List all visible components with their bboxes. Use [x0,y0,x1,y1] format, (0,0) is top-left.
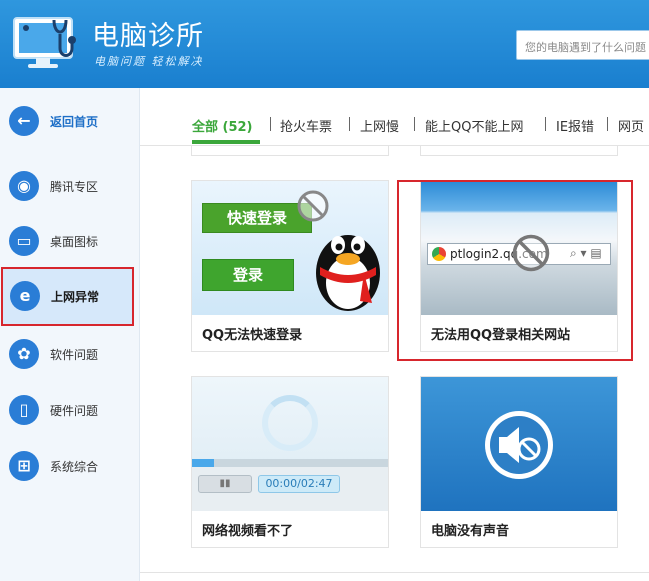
tab-separator [349,117,350,131]
sidebar-item-home[interactable]: ← 返回首页 [0,94,139,150]
card-qq-fast-login[interactable]: 快速登录 登录 QQ无法快速登录 [191,180,389,352]
sidebar-item-label: 软件问题 [50,348,99,362]
sidebar-item-tencent[interactable]: ◉ 腾讯专区 [0,159,139,215]
video-time: 00:00/02:47 [258,475,340,493]
card-thumbnail: 快速登录 登录 [192,181,388,315]
sidebar-item-software[interactable]: ✿ 软件问题 [0,327,139,383]
tab-separator [270,117,271,131]
card-title: 电脑没有声音 [431,524,510,539]
software-icon: ✿ [9,339,39,369]
qq-penguin-icon: ◉ [9,171,39,201]
card-video-not-playing[interactable]: ▮▮ 00:00/02:47 网络视频看不了 [191,376,389,548]
sidebar-item-label: 硬件问题 [50,404,99,418]
muted-speaker-icon [485,411,553,479]
tab-qq-no-internet[interactable]: 能上QQ不能上网 [425,116,523,135]
sidebar-item-label: 系统综合 [50,460,99,474]
tab-separator [414,117,415,131]
card-thumbnail: ▮▮ 00:00/02:47 [192,377,388,511]
active-tab-indicator [192,140,260,144]
tab-webpage[interactable]: 网页 [618,116,644,135]
monitor-icon: ▭ [9,226,39,256]
card-title: 网络视频看不了 [202,524,294,539]
loading-spinner-icon [262,395,318,451]
tab-slow-network[interactable]: 上网慢 [360,116,399,135]
card-stub [191,146,389,156]
unavailable-icon [297,190,329,222]
app-header: 电脑诊所 电脑问题 轻松解决 您的电脑遇到了什么问题 [0,0,649,88]
tab-all[interactable]: 全部 (52) [192,116,253,135]
sidebar: ← 返回首页 ◉ 腾讯专区 ▭ 桌面图标 e 上网异常 ✿ 软件问题 ▯ 硬件问… [0,88,140,581]
card-thumbnail [421,377,617,511]
sidebar-item-label: 返回首页 [50,115,99,129]
back-arrow-icon: ← [9,106,39,136]
pause-icon: ▮▮ [198,475,252,493]
sidebar-item-label: 桌面图标 [50,235,99,249]
video-progress-bar [192,459,388,467]
category-tabs: 全部 (52) 抢火车票 上网慢 能上QQ不能上网 IE报错 网页 [140,88,649,148]
search-input[interactable]: 您的电脑遇到了什么问题 [516,30,649,60]
sidebar-item-label: 腾讯专区 [50,180,99,194]
sidebar-item-network[interactable]: e 上网异常 [1,267,134,326]
stethoscope-monitor-logo-icon [13,17,76,68]
video-controls: ▮▮ 00:00/02:47 [192,467,388,511]
sidebar-item-desktop-icons[interactable]: ▭ 桌面图标 [0,214,139,270]
highlight-box [397,180,633,361]
tab-train-tickets[interactable]: 抢火车票 [280,116,332,135]
hardware-icon: ▯ [9,395,39,425]
sidebar-item-system[interactable]: ⊞ 系统综合 [0,439,139,495]
card-title: QQ无法快速登录 [202,328,303,343]
sidebar-item-hardware[interactable]: ▯ 硬件问题 [0,383,139,439]
app-title: 电脑诊所 [92,21,204,52]
tab-separator [545,117,546,131]
login-button-image: 登录 [202,259,294,291]
bottom-divider [140,572,649,573]
card-stub [420,146,618,156]
windows-icon: ⊞ [9,451,39,481]
tab-separator [607,117,608,131]
app-slogan: 电脑问题 轻松解决 [94,55,204,68]
card-no-sound[interactable]: 电脑没有声音 [420,376,618,548]
tab-ie-error[interactable]: IE报错 [556,116,594,135]
sidebar-item-label: 上网异常 [51,290,100,304]
ie-browser-icon: e [10,281,40,311]
qq-penguin-icon [316,235,380,311]
